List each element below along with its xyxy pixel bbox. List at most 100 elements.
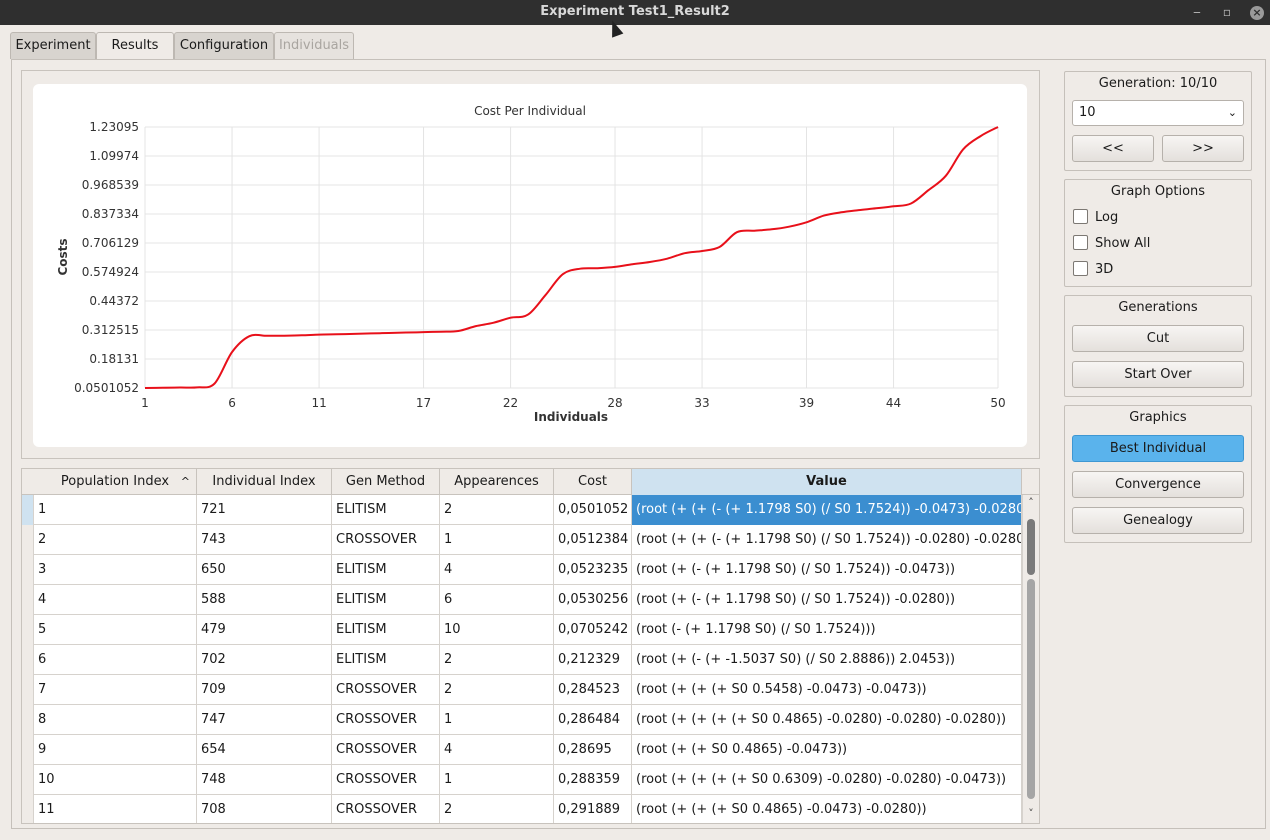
cell-appearences[interactable]: 1 xyxy=(440,705,554,735)
table-row[interactable]: 1 721 ELITISM 2 0,0501052 (root (+ (+ (- (+ 1… xyxy=(22,495,1022,525)
cell-value[interactable]: (root (- (+ 1.1798 S0) (/ S0 1.7524))) xyxy=(632,615,1022,645)
row-header[interactable] xyxy=(22,795,34,823)
cell-gen-method[interactable]: CROSSOVER xyxy=(332,705,440,735)
table-row[interactable]: 8 747 CROSSOVER 1 0,286484 (root (+ (+ (+ (+ … xyxy=(22,705,1022,735)
cell-individual-index[interactable]: 654 xyxy=(197,735,332,765)
row-header[interactable] xyxy=(22,555,34,585)
table-row[interactable]: 6 702 ELITISM 2 0,212329 (root (+ (- (+ -1.50… xyxy=(22,645,1022,675)
scroll-down-icon[interactable]: ˅ xyxy=(1023,807,1039,820)
cell-population-index[interactable]: 6 xyxy=(34,645,197,675)
cell-individual-index[interactable]: 721 xyxy=(197,495,332,525)
row-header[interactable] xyxy=(22,525,34,555)
minimize-icon[interactable]: ‒ xyxy=(1188,3,1206,21)
cell-population-index[interactable]: 11 xyxy=(34,795,197,823)
log-checkbox[interactable]: Log xyxy=(1073,209,1118,227)
table-scrollbar[interactable]: ˄ ˅ xyxy=(1022,495,1039,823)
row-header[interactable] xyxy=(22,615,34,645)
cell-gen-method[interactable]: CROSSOVER xyxy=(332,735,440,765)
column-cost[interactable]: Cost xyxy=(554,469,632,495)
table-row[interactable]: 9 654 CROSSOVER 4 0,28695 (root (+ (+ S0 0.48… xyxy=(22,735,1022,765)
cell-appearences[interactable]: 10 xyxy=(440,615,554,645)
cell-cost[interactable]: 0,212329 xyxy=(554,645,632,675)
table-row[interactable]: 7 709 CROSSOVER 2 0,284523 (root (+ (+ (+ S0 … xyxy=(22,675,1022,705)
cell-gen-method[interactable]: ELITISM xyxy=(332,615,440,645)
row-header[interactable] xyxy=(22,735,34,765)
previous-generation-button[interactable]: << xyxy=(1072,135,1154,162)
cell-appearences[interactable]: 2 xyxy=(440,645,554,675)
cell-individual-index[interactable]: 747 xyxy=(197,705,332,735)
cell-value[interactable]: (root (+ (+ (+ (+ S0 0.6309) -0.0280) -0… xyxy=(632,765,1022,795)
column-value[interactable]: Value xyxy=(632,469,1022,495)
cell-cost[interactable]: 0,0530256 xyxy=(554,585,632,615)
cell-population-index[interactable]: 1 xyxy=(34,495,197,525)
tab-configuration[interactable]: Configuration xyxy=(174,32,274,59)
cell-value[interactable]: (root (+ (+ (- (+ 1.1798 S0) (/ S0 1.752… xyxy=(632,495,1022,525)
tab-experiment[interactable]: Experiment xyxy=(10,32,96,59)
close-button[interactable]: × xyxy=(1248,3,1266,21)
cell-gen-method[interactable]: CROSSOVER xyxy=(332,795,440,823)
cell-cost[interactable]: 0,286484 xyxy=(554,705,632,735)
cell-gen-method[interactable]: CROSSOVER xyxy=(332,675,440,705)
best-individual-button[interactable]: Best Individual xyxy=(1072,435,1244,462)
genealogy-button[interactable]: Genealogy xyxy=(1072,507,1244,534)
cell-population-index[interactable]: 3 xyxy=(34,555,197,585)
cell-population-index[interactable]: 4 xyxy=(34,585,197,615)
cell-gen-method[interactable]: ELITISM xyxy=(332,495,440,525)
cell-value[interactable]: (root (+ (+ S0 0.4865) -0.0473)) xyxy=(632,735,1022,765)
3d-checkbox[interactable]: 3D xyxy=(1073,261,1113,279)
cell-cost[interactable]: 0,0512384 xyxy=(554,525,632,555)
cell-individual-index[interactable]: 702 xyxy=(197,645,332,675)
column-individual-index[interactable]: Individual Index xyxy=(197,469,332,495)
cell-cost[interactable]: 0,0705242 xyxy=(554,615,632,645)
generation-select[interactable]: 10 ⌄ xyxy=(1072,100,1244,126)
column-appearences[interactable]: Appearences xyxy=(440,469,554,495)
cell-appearences[interactable]: 2 xyxy=(440,795,554,823)
cell-value[interactable]: (root (+ (- (+ 1.1798 S0) (/ S0 1.7524))… xyxy=(632,585,1022,615)
start-over-button[interactable]: Start Over xyxy=(1072,361,1244,388)
cell-cost[interactable]: 0,291889 xyxy=(554,795,632,823)
cell-population-index[interactable]: 8 xyxy=(34,705,197,735)
table-row[interactable]: 2 743 CROSSOVER 1 0,0512384 (root (+ (+ (- (+… xyxy=(22,525,1022,555)
cell-appearences[interactable]: 4 xyxy=(440,555,554,585)
cell-cost[interactable]: 0,288359 xyxy=(554,765,632,795)
cell-value[interactable]: (root (+ (+ (+ S0 0.4865) -0.0473) -0.02… xyxy=(632,795,1022,823)
cell-value[interactable]: (root (+ (+ (+ (+ S0 0.4865) -0.0280) -0… xyxy=(632,705,1022,735)
maximize-icon[interactable]: ▫ xyxy=(1218,3,1236,21)
cell-gen-method[interactable]: ELITISM xyxy=(332,585,440,615)
column-gen-method[interactable]: Gen Method xyxy=(332,469,440,495)
column-population-index[interactable]: Population Index ^ xyxy=(34,469,197,495)
cell-individual-index[interactable]: 748 xyxy=(197,765,332,795)
cell-population-index[interactable]: 7 xyxy=(34,675,197,705)
cell-population-index[interactable]: 10 xyxy=(34,765,197,795)
table-row[interactable]: 10 748 CROSSOVER 1 0,288359 (root (+ (+ (+ (+… xyxy=(22,765,1022,795)
scrollbar-thumb[interactable] xyxy=(1027,519,1035,575)
next-generation-button[interactable]: >> xyxy=(1162,135,1244,162)
convergence-button[interactable]: Convergence xyxy=(1072,471,1244,498)
row-header[interactable] xyxy=(22,495,34,525)
scrollbar-track[interactable] xyxy=(1027,579,1035,799)
tab-results[interactable]: Results xyxy=(96,32,174,60)
cell-population-index[interactable]: 2 xyxy=(34,525,197,555)
row-header[interactable] xyxy=(22,765,34,795)
row-header[interactable] xyxy=(22,645,34,675)
cell-appearences[interactable]: 4 xyxy=(440,735,554,765)
cell-appearences[interactable]: 1 xyxy=(440,765,554,795)
cell-individual-index[interactable]: 588 xyxy=(197,585,332,615)
cell-cost[interactable]: 0,0523235 xyxy=(554,555,632,585)
row-header[interactable] xyxy=(22,705,34,735)
cell-value[interactable]: (root (+ (- (+ -1.5037 S0) (/ S0 2.8886)… xyxy=(632,645,1022,675)
cell-appearences[interactable]: 2 xyxy=(440,495,554,525)
cell-population-index[interactable]: 9 xyxy=(34,735,197,765)
cell-individual-index[interactable]: 479 xyxy=(197,615,332,645)
table-row[interactable]: 4 588 ELITISM 6 0,0530256 (root (+ (- (+ 1.17… xyxy=(22,585,1022,615)
cell-cost[interactable]: 0,284523 xyxy=(554,675,632,705)
row-header[interactable] xyxy=(22,585,34,615)
cell-value[interactable]: (root (+ (+ (- (+ 1.1798 S0) (/ S0 1.752… xyxy=(632,525,1022,555)
cell-cost[interactable]: 0,0501052 xyxy=(554,495,632,525)
table-row[interactable]: 5 479 ELITISM 10 0,0705242 (root (- (+ 1.1798… xyxy=(22,615,1022,645)
cell-gen-method[interactable]: ELITISM xyxy=(332,645,440,675)
cell-individual-index[interactable]: 708 xyxy=(197,795,332,823)
cut-button[interactable]: Cut xyxy=(1072,325,1244,352)
cell-individual-index[interactable]: 650 xyxy=(197,555,332,585)
cell-cost[interactable]: 0,28695 xyxy=(554,735,632,765)
